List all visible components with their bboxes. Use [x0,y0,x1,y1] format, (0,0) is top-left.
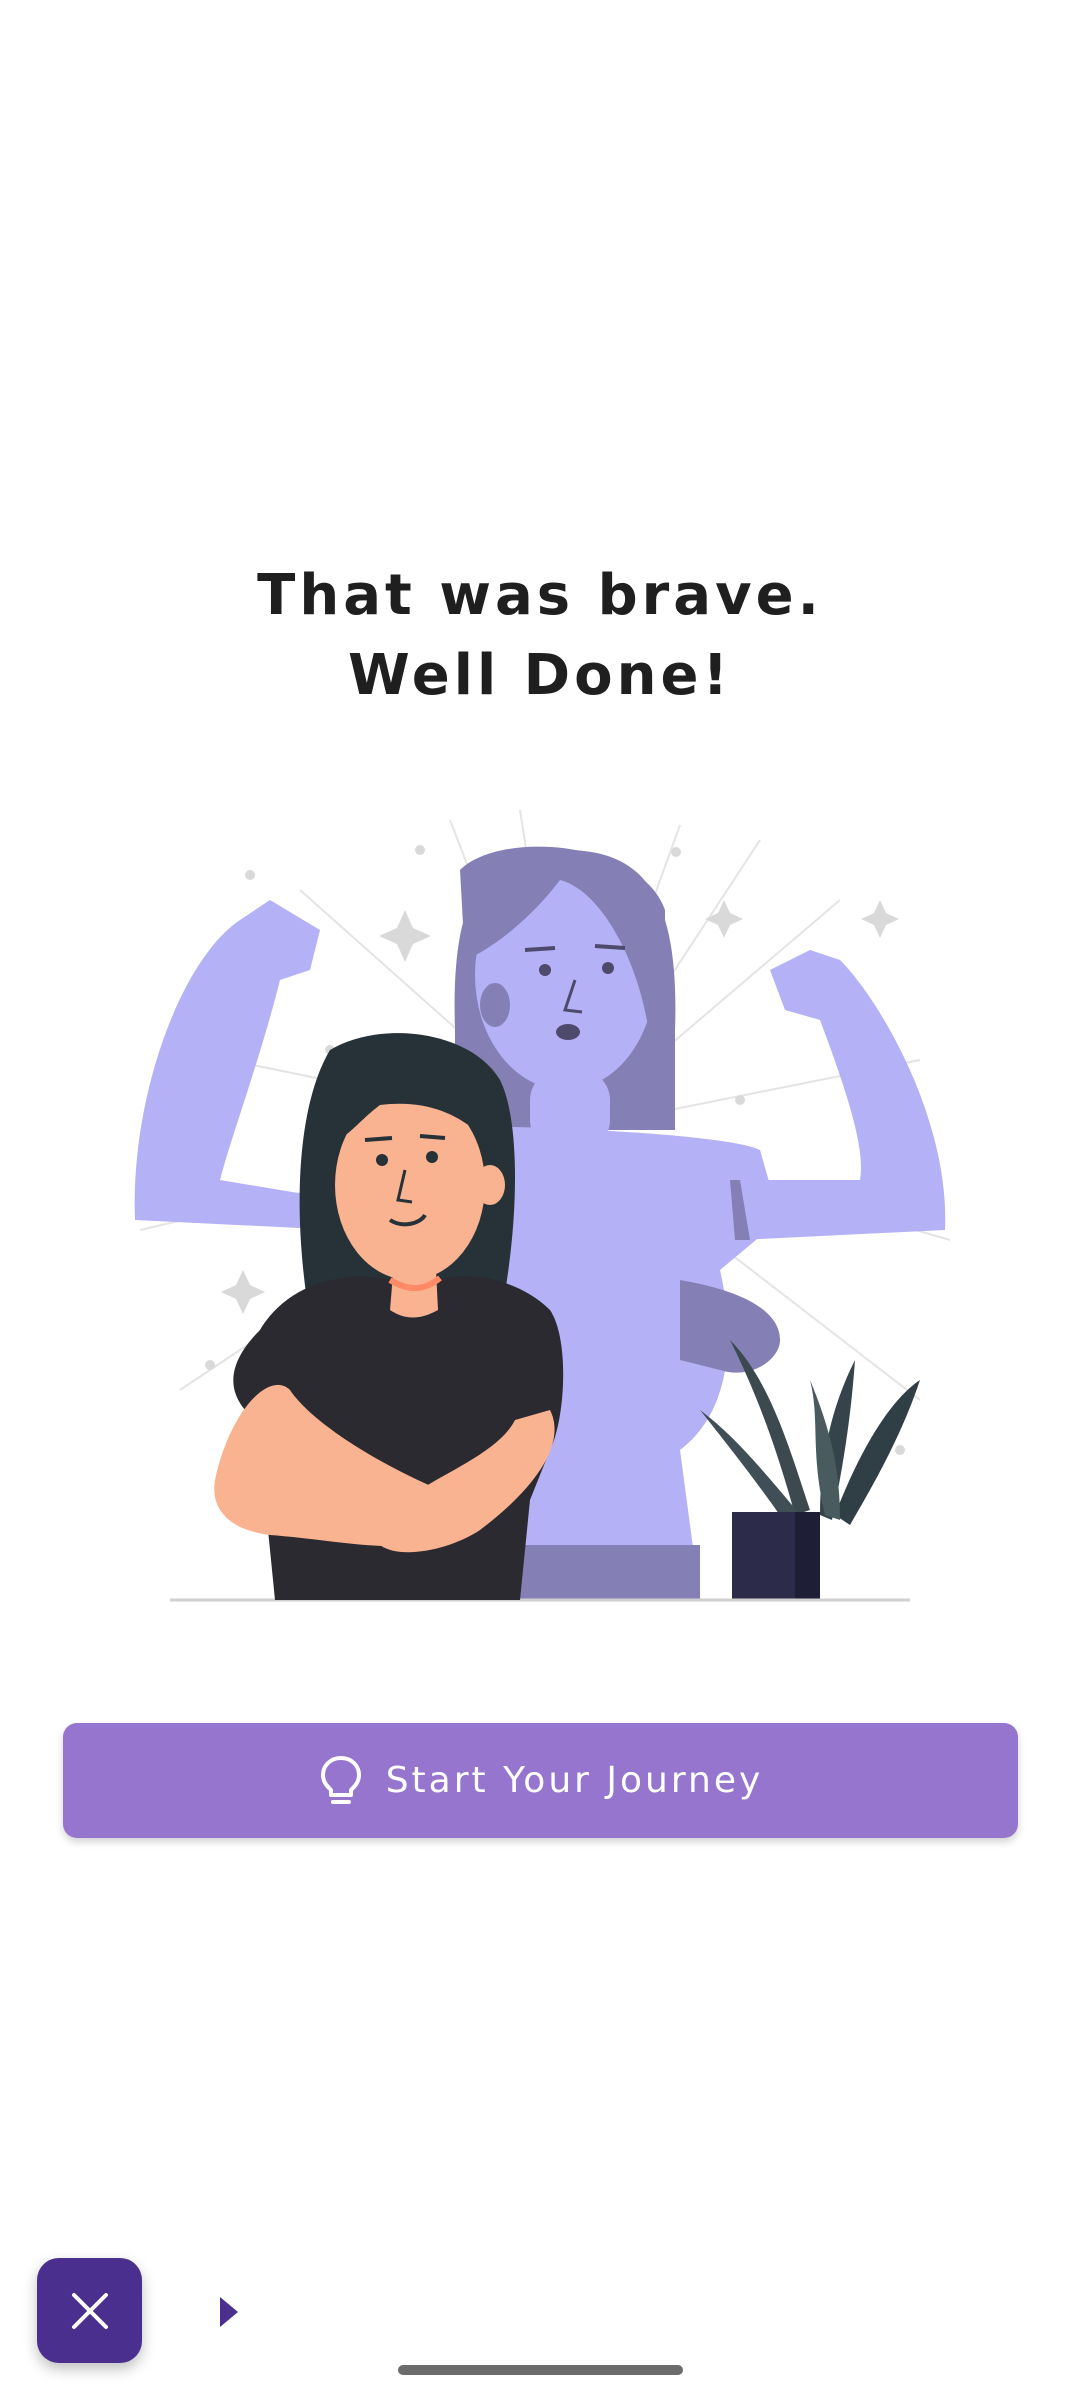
screen: That was brave. Well Done! Start Your Jo… [0,0,1080,2400]
home-indicator[interactable] [398,2365,683,2375]
start-journey-button[interactable]: Start Your Journey [63,1723,1018,1838]
headline-line-2: Well Done! [348,643,732,708]
close-icon [71,2292,108,2329]
headline-line-1: That was brave. [257,563,823,628]
start-journey-label: Start Your Journey [385,1760,764,1801]
close-button[interactable] [37,2258,142,2363]
potted-plant [700,1340,920,1600]
front-figure [214,1033,564,1600]
play-arrow-icon[interactable] [218,2295,240,2329]
lightbulb-icon [320,1755,361,1804]
celebration-illustration [134,809,951,1602]
